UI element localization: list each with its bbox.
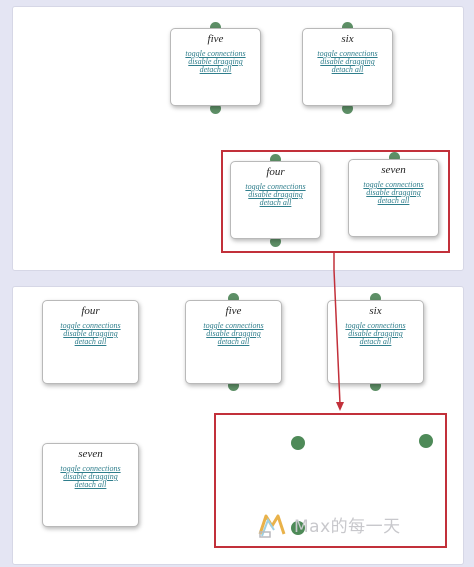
watermark-logo-icon [258, 514, 286, 538]
watermark-text: Max的每一天 [294, 516, 401, 537]
connector-arrow [333, 253, 344, 411]
watermark: Max的每一天 [258, 510, 401, 538]
